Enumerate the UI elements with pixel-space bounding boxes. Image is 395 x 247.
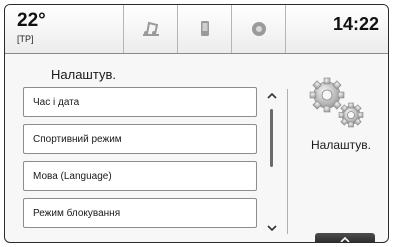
list-item-lock-mode[interactable]: Режим блокування: [23, 198, 257, 228]
temperature-area: 22° [TP]: [5, 5, 123, 53]
list-item-label: Режим блокування: [33, 207, 121, 219]
chevron-up-icon: [340, 236, 350, 242]
settings-side-label: Налаштув.: [311, 138, 371, 152]
chevron-up-icon[interactable]: [267, 91, 277, 101]
tab-phone[interactable]: [177, 5, 232, 53]
page-title: Налаштув.: [51, 67, 116, 82]
list-item-label: Час і дата: [33, 96, 80, 108]
list-item-time-date[interactable]: Час і дата: [23, 87, 257, 117]
list-item-language[interactable]: Мова (Language): [23, 161, 257, 191]
list-item-label: Мова (Language): [33, 170, 112, 182]
temperature-readout: 22°: [17, 10, 46, 31]
clock-readout: 14:22: [332, 14, 379, 34]
tab-audio[interactable]: [123, 5, 178, 53]
gears-icon: [309, 77, 364, 128]
panel-divider: [287, 89, 288, 234]
tab-sound[interactable]: [231, 5, 286, 53]
infotainment-screen: 22° [TP] 14:22 Налаштув. Час і дата Спор…: [4, 4, 389, 243]
chevron-down-icon[interactable]: [267, 223, 277, 233]
list-item-label: Спортивний режим: [33, 133, 122, 145]
phone-icon: [201, 21, 209, 36]
back-button[interactable]: [315, 233, 375, 242]
traffic-program-indicator: [TP]: [17, 34, 34, 44]
settings-list: Час і дата Спортивний режим Мова (Langua…: [23, 87, 257, 235]
clock-area: 14:22: [285, 5, 388, 53]
music-note-icon: [143, 21, 159, 36]
speaker-icon: [252, 22, 266, 36]
scrollbar-thumb[interactable]: [270, 109, 273, 167]
status-bar: 22° [TP] 14:22: [5, 5, 388, 54]
list-item-sport-mode[interactable]: Спортивний режим: [23, 124, 257, 154]
list-scrollbar[interactable]: [265, 91, 279, 233]
